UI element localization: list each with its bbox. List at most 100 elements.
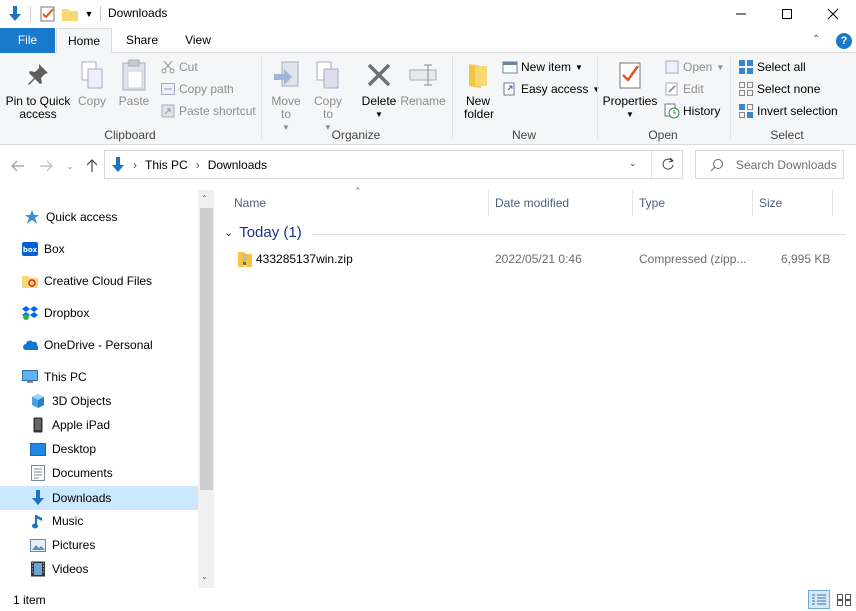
back-arrow-icon[interactable] (10, 156, 26, 176)
nav-item-dropbox[interactable]: Dropbox (0, 302, 198, 324)
help-icon[interactable]: ? (836, 33, 852, 49)
scroll-up-icon[interactable]: ⌃ (201, 194, 208, 203)
tab-file[interactable]: File (0, 28, 55, 53)
pin-label: Pin to Quick access (5, 94, 71, 121)
invert-selection-icon (738, 103, 754, 119)
column-header-type[interactable]: Type (633, 190, 751, 218)
item-count: 1 item (13, 593, 46, 607)
nav-item-pictures[interactable]: Pictures (0, 534, 198, 556)
edit-button[interactable]: Edit (664, 79, 704, 99)
move-to-button[interactable]: Move to ▼ (266, 57, 306, 134)
paste-button[interactable]: Paste (114, 57, 154, 108)
breadcrumb-separator-icon: › (195, 157, 200, 172)
paste-icon (118, 59, 150, 91)
select-none-button[interactable]: Select none (738, 79, 820, 99)
collapse-ribbon-icon[interactable]: ⌃ (812, 34, 820, 45)
rename-button[interactable]: Rename (400, 57, 446, 108)
column-header-name[interactable]: Name (228, 190, 488, 218)
nav-item-downloads[interactable]: Downloads (0, 486, 198, 510)
tab-view[interactable]: View (170, 28, 226, 53)
address-dropdown-icon[interactable]: ⌄ (629, 158, 637, 169)
history-button[interactable]: History (664, 101, 720, 121)
paste-shortcut-icon (160, 103, 176, 119)
properties-label: Properties (602, 94, 658, 108)
address-row: ⌄ › This PC › Downloads ⌄ Search Downloa… (0, 146, 856, 184)
zip-file-icon (238, 251, 252, 270)
tab-home[interactable]: Home (56, 28, 112, 54)
paste-shortcut-button[interactable]: Paste shortcut (160, 101, 256, 121)
videos-icon (30, 561, 46, 577)
search-input[interactable]: Search Downloads (736, 158, 837, 172)
organize-group-label: Organize (331, 128, 381, 142)
nav-item-creative-cloud[interactable]: Creative Cloud Files (0, 270, 198, 292)
nav-item-onedrive[interactable]: OneDrive - Personal (0, 334, 198, 356)
copy-button[interactable]: Copy (74, 57, 110, 108)
forward-arrow-icon[interactable] (38, 156, 54, 176)
nav-item-music[interactable]: Music (0, 510, 198, 532)
nav-item-3d-objects[interactable]: 3D Objects (0, 390, 198, 412)
open-button[interactable]: Open ▼ (664, 57, 724, 77)
delete-button[interactable]: Delete ▼ (358, 57, 400, 121)
scroll-down-icon[interactable]: ⌄ (201, 572, 208, 581)
history-icon (664, 103, 680, 119)
search-box[interactable]: Search Downloads (695, 150, 844, 179)
file-type: Compressed (zipp... (639, 252, 747, 266)
pin-quick-access-button[interactable]: Pin to Quick access (2, 57, 74, 121)
tab-share[interactable]: Share (114, 28, 170, 53)
column-header-date[interactable]: Date modified (489, 190, 633, 218)
cut-button[interactable]: Cut (160, 57, 198, 77)
nav-item-box[interactable]: box Box (0, 238, 198, 260)
breadcrumb-this-pc[interactable]: This PC (145, 158, 188, 172)
properties-button[interactable]: Properties ▼ (602, 57, 658, 121)
column-header-size[interactable]: Size (753, 190, 833, 218)
nav-item-desktop[interactable]: Desktop (0, 438, 198, 460)
group-label: Today (1) (239, 224, 302, 241)
file-row[interactable]: 433285137win.zip 2022/05/21 0:46 Compres… (232, 248, 846, 270)
customize-toolbar-icon[interactable]: ▼ (82, 4, 96, 24)
group-header-today[interactable]: ⌄ Today (1) (224, 224, 302, 241)
recent-locations-chevron-icon[interactable]: ⌄ (64, 156, 76, 176)
clipboard-group-label: Clipboard (104, 128, 156, 142)
copy-icon (76, 59, 108, 91)
new-item-label: New item (521, 60, 572, 74)
nav-scroll-thumb[interactable] (200, 208, 213, 490)
nav-item-documents[interactable]: Documents (0, 462, 198, 484)
new-folder-button[interactable]: New folder (458, 57, 498, 121)
collapse-group-chevron-icon[interactable]: ⌄ (224, 226, 233, 239)
nav-item-apple-ipad[interactable]: Apple iPad (0, 414, 198, 436)
edit-icon (664, 81, 680, 97)
easy-access-label: Easy access (521, 82, 589, 96)
easy-access-icon (502, 81, 518, 97)
up-arrow-icon[interactable] (84, 156, 100, 176)
maximize-button[interactable] (764, 0, 810, 28)
select-none-label: Select none (757, 82, 821, 96)
select-none-icon (738, 81, 754, 97)
close-button[interactable] (810, 0, 856, 28)
downloads-location-icon (111, 156, 125, 173)
copy-to-button[interactable]: Copy to ▼ (308, 57, 348, 134)
large-icons-view-icon[interactable] (834, 590, 854, 609)
nav-item-this-pc[interactable]: This PC (0, 366, 198, 388)
breadcrumb-downloads[interactable]: Downloads (208, 158, 267, 172)
address-bar[interactable]: › This PC › Downloads ⌄ (104, 150, 683, 179)
pc-icon (22, 369, 38, 385)
nav-item-videos[interactable]: Videos (0, 558, 198, 580)
minimize-button[interactable] (718, 0, 764, 28)
star-icon (24, 209, 40, 225)
window-title: Downloads (108, 6, 168, 20)
copy-path-button[interactable]: Copy path (160, 79, 234, 99)
copy-to-label: Copy to (313, 94, 342, 121)
select-all-button[interactable]: Select all (738, 57, 806, 77)
invert-selection-button[interactable]: Invert selection (738, 101, 838, 121)
details-view-icon[interactable] (808, 590, 830, 609)
refresh-icon[interactable] (661, 157, 675, 174)
nav-item-quick-access[interactable]: Quick access (0, 206, 198, 228)
dropbox-icon (22, 305, 38, 321)
move-to-icon (270, 59, 302, 91)
new-item-button[interactable]: New item ▼ (502, 57, 583, 77)
properties-quick-icon[interactable] (38, 4, 58, 24)
download-icon (30, 490, 46, 506)
easy-access-button[interactable]: Easy access ▼ (502, 79, 600, 99)
invert-selection-label: Invert selection (757, 104, 838, 118)
new-folder-quick-icon[interactable] (60, 4, 80, 24)
